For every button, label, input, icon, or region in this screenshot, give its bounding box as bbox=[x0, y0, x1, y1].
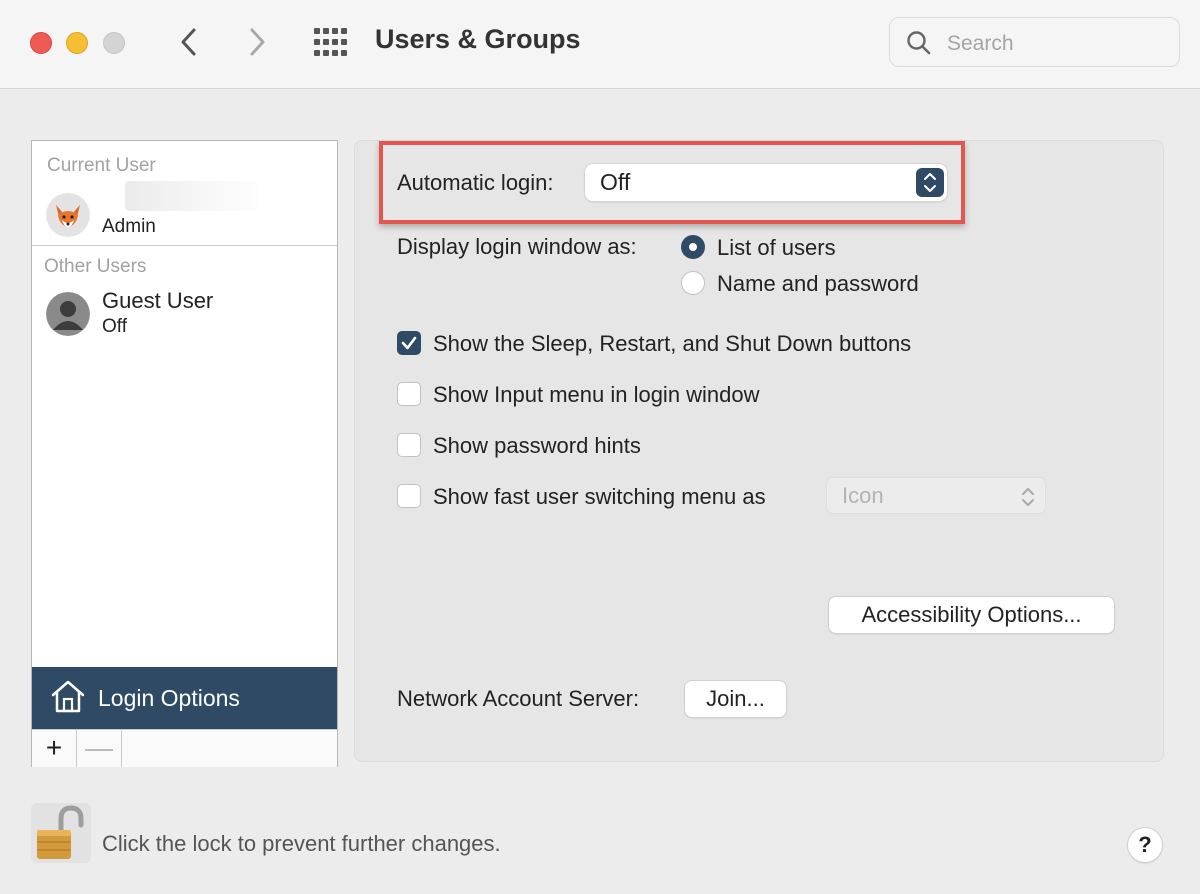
chevron-right-icon bbox=[250, 28, 265, 56]
close-window-button[interactable] bbox=[30, 32, 52, 54]
avatar bbox=[46, 193, 90, 237]
current-user-role: Admin bbox=[102, 216, 156, 237]
checkbox-show-sleep-restart-label: Show the Sleep, Restart, and Shut Down b… bbox=[433, 331, 912, 356]
redacted-user-name bbox=[125, 181, 257, 211]
minimize-window-button[interactable] bbox=[66, 32, 88, 54]
lock-button[interactable] bbox=[31, 803, 91, 863]
checkbox-fast-user-switching[interactable] bbox=[397, 484, 421, 508]
radio-list-of-users[interactable] bbox=[681, 235, 705, 259]
zoom-window-button[interactable] bbox=[103, 32, 125, 54]
checkbox-fast-user-switching-label: Show fast user switching menu as bbox=[433, 484, 766, 509]
users-sidebar: Current User Admin Other Users Guest Use… bbox=[31, 140, 338, 767]
person-icon bbox=[46, 292, 90, 336]
search-field[interactable] bbox=[889, 17, 1180, 67]
login-options-item[interactable]: Login Options bbox=[32, 667, 337, 729]
remove-user-button[interactable]: — bbox=[77, 730, 122, 767]
help-button[interactable]: ? bbox=[1128, 828, 1162, 862]
automatic-login-label: Automatic login: bbox=[397, 170, 554, 195]
display-login-label: Display login window as: bbox=[397, 234, 637, 259]
house-icon bbox=[51, 680, 85, 713]
popup-arrows-icon bbox=[916, 168, 944, 197]
checkbox-show-password-hints-label: Show password hints bbox=[433, 433, 641, 458]
radio-list-of-users-label: List of users bbox=[717, 235, 836, 260]
join-button[interactable]: Join... bbox=[685, 681, 786, 717]
lock-status-text: Click the lock to prevent further change… bbox=[102, 831, 501, 856]
checkbox-show-input-menu-label: Show Input menu in login window bbox=[433, 382, 760, 407]
forward-button[interactable] bbox=[240, 24, 276, 60]
divider bbox=[32, 245, 337, 246]
popup-arrows-icon bbox=[1022, 488, 1034, 506]
grid-icon bbox=[314, 28, 347, 56]
guest-user-name: Guest User bbox=[102, 288, 214, 313]
current-user-heading: Current User bbox=[47, 155, 156, 176]
automatic-login-value: Off bbox=[600, 169, 631, 195]
search-input[interactable] bbox=[945, 28, 1169, 60]
network-account-server-label: Network Account Server: bbox=[397, 686, 640, 711]
guest-user-status: Off bbox=[102, 316, 127, 337]
search-icon bbox=[907, 31, 931, 55]
automatic-login-popup[interactable]: Off bbox=[585, 164, 947, 201]
checkbox-show-sleep-restart[interactable] bbox=[397, 331, 421, 355]
checkmark-icon bbox=[401, 336, 417, 350]
title-bar: Users & Groups bbox=[0, 0, 1200, 89]
sidebar-toolbar: + — bbox=[32, 729, 337, 767]
fast-switch-style-value: Icon bbox=[842, 483, 884, 508]
fox-icon bbox=[46, 193, 90, 237]
chevron-left-icon bbox=[181, 28, 196, 56]
checkbox-show-password-hints[interactable] bbox=[397, 433, 421, 457]
fast-switch-style-popup[interactable]: Icon bbox=[826, 477, 1046, 514]
other-users-heading: Other Users bbox=[44, 256, 147, 277]
show-all-grid-button[interactable] bbox=[313, 27, 349, 57]
radio-name-and-password[interactable] bbox=[681, 271, 705, 295]
unlocked-padlock-icon bbox=[31, 803, 91, 863]
back-button[interactable] bbox=[172, 24, 208, 60]
accessibility-options-button[interactable]: Accessibility Options... bbox=[829, 597, 1114, 633]
checkbox-show-input-menu[interactable] bbox=[397, 382, 421, 406]
radio-name-and-password-label: Name and password bbox=[717, 271, 919, 296]
window-title: Users & Groups bbox=[375, 24, 581, 54]
login-options-label: Login Options bbox=[98, 685, 240, 711]
add-user-button[interactable]: + bbox=[32, 730, 77, 767]
avatar bbox=[46, 292, 90, 336]
